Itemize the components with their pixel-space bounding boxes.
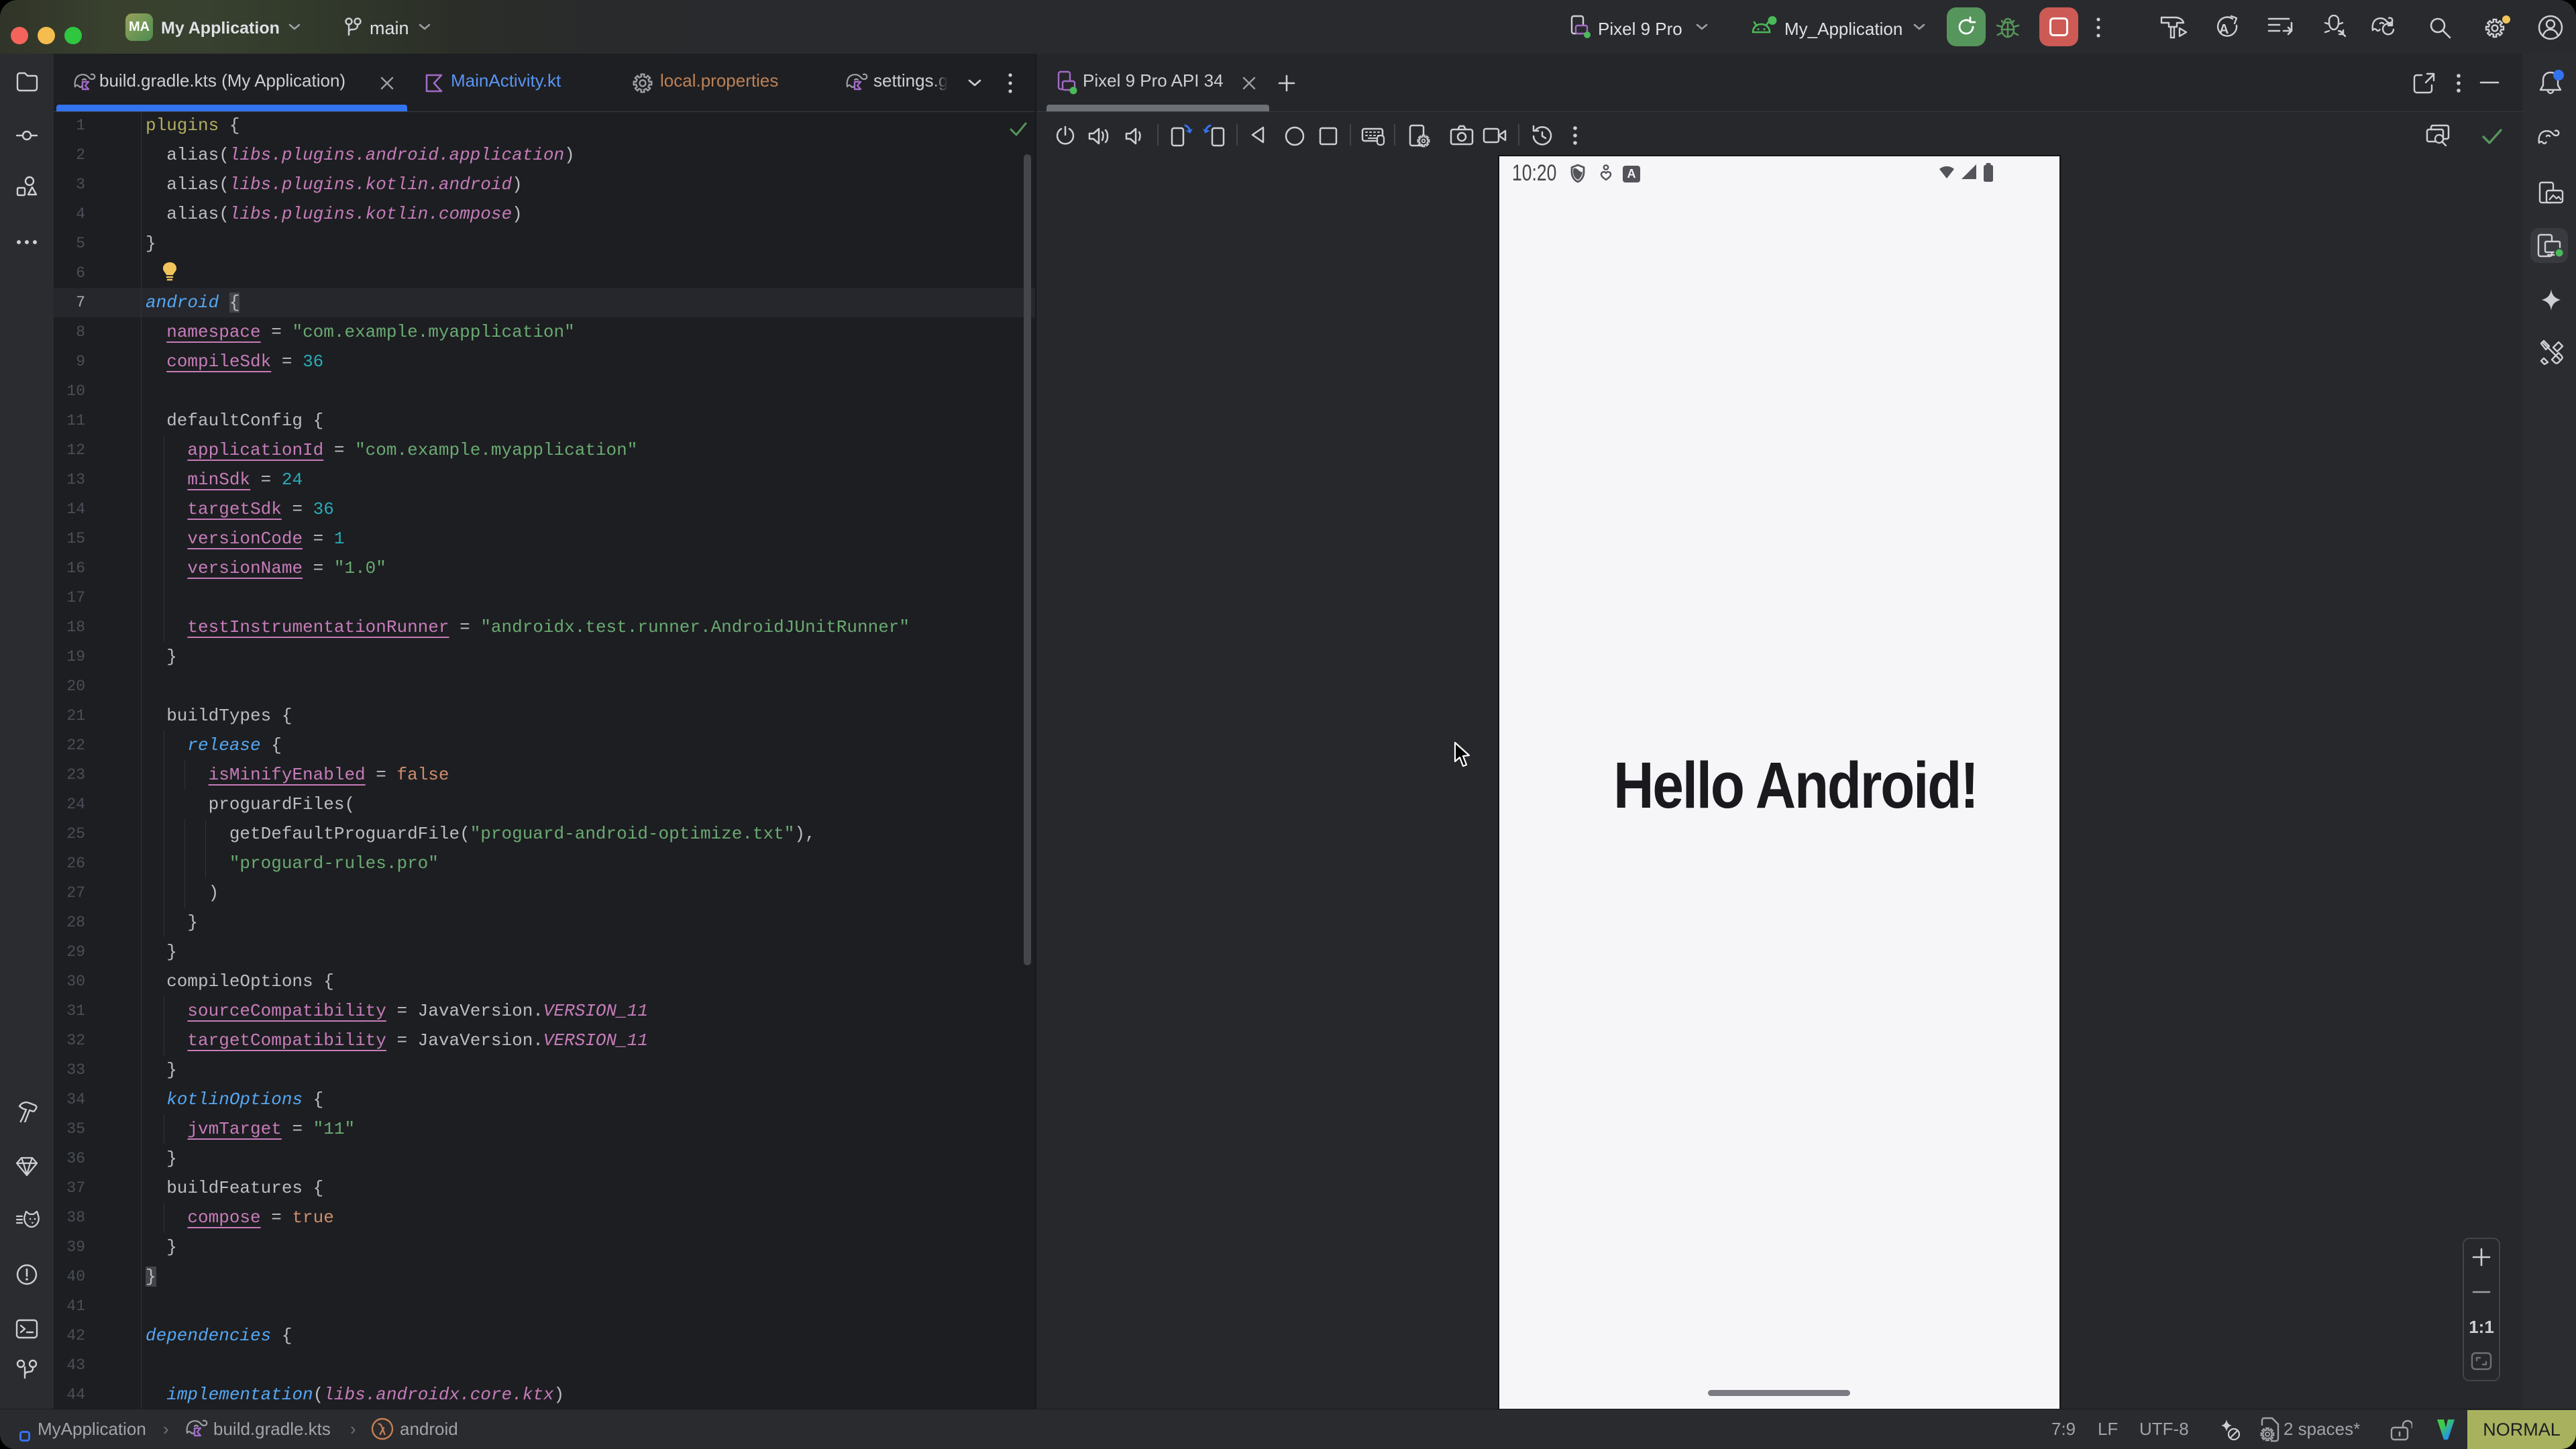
- svg-text:A: A: [2219, 22, 2229, 37]
